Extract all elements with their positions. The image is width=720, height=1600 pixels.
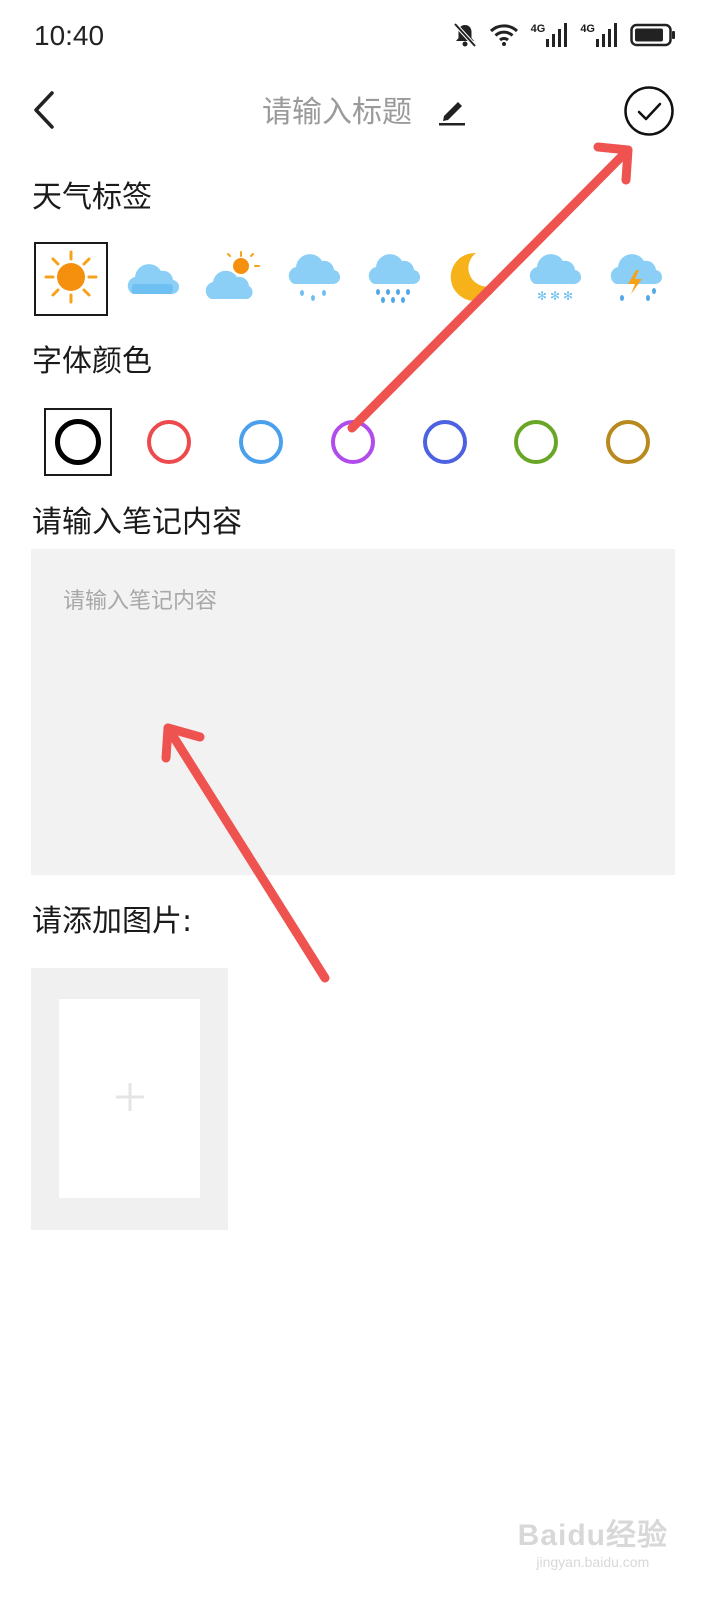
font-color-option[interactable] <box>319 408 387 476</box>
thunderstorm-icon <box>606 248 664 310</box>
color-swatch <box>606 420 650 464</box>
svg-text:✻: ✻ <box>563 289 573 303</box>
signal-icon: 4G <box>580 23 618 47</box>
rain-icon <box>364 248 422 310</box>
weather-option-cloudy[interactable] <box>117 244 187 314</box>
sunny-icon <box>43 249 99 309</box>
weather-option-partly-cloudy[interactable] <box>197 244 267 314</box>
weather-option-rain[interactable] <box>358 244 428 314</box>
add-image-button[interactable] <box>59 999 200 1198</box>
cloudy-icon <box>123 252 181 306</box>
signal-icon: 4G <box>531 23 569 47</box>
weather-section-label: 天气标签 <box>32 180 152 215</box>
font-color-option[interactable] <box>502 408 570 476</box>
moon-icon <box>446 249 502 309</box>
svg-text:✻: ✻ <box>550 289 560 303</box>
partly-cloudy-icon <box>203 249 261 309</box>
content-section-label: 请输入笔记内容 <box>32 505 242 540</box>
watermark-brand: Baidu经验 <box>517 1519 668 1552</box>
font-color-option[interactable] <box>594 408 662 476</box>
chevron-left-icon <box>32 91 56 133</box>
font-color-section-label: 字体颜色 <box>32 344 152 379</box>
weather-option-sunny[interactable] <box>34 242 108 316</box>
back-button[interactable] <box>22 88 66 136</box>
wifi-icon <box>489 23 519 47</box>
title-input[interactable] <box>252 94 422 130</box>
watermark: Baidu经验 jingyan.baidu.com <box>518 1510 668 1570</box>
status-time: 10:40 <box>34 20 105 51</box>
font-color-option[interactable] <box>227 408 295 476</box>
light-rain-icon <box>284 248 342 310</box>
battery-icon <box>630 23 676 47</box>
color-swatch <box>423 420 467 464</box>
plus-icon <box>114 1081 146 1117</box>
bell-off-icon <box>453 22 477 48</box>
title-bar <box>0 88 720 136</box>
note-content-input[interactable] <box>31 549 675 875</box>
status-icons: 4G 4G <box>453 22 676 48</box>
color-swatch <box>147 420 191 464</box>
image-section-label: 请添加图片: <box>32 904 193 939</box>
color-swatch <box>239 420 283 464</box>
snow-icon: ✻ ✻ ✻ <box>525 248 583 310</box>
weather-option-thunderstorm[interactable] <box>600 244 670 314</box>
color-swatch <box>331 420 375 464</box>
weather-option-moon[interactable] <box>439 244 509 314</box>
pencil-icon[interactable] <box>436 94 468 130</box>
color-swatch <box>514 420 558 464</box>
check-circle-icon <box>623 86 675 141</box>
weather-option-snow[interactable]: ✻ ✻ ✻ <box>519 244 589 314</box>
watermark-url: jingyan.baidu.com <box>536 1554 650 1570</box>
color-swatch <box>55 419 101 465</box>
font-color-option[interactable] <box>411 408 479 476</box>
font-color-option[interactable] <box>44 408 112 476</box>
confirm-button[interactable] <box>623 85 675 137</box>
weather-option-light-rain[interactable] <box>278 244 348 314</box>
annotation-arrowhead-confirm <box>593 142 633 185</box>
svg-text:✻: ✻ <box>537 289 547 303</box>
font-color-option[interactable] <box>135 408 203 476</box>
